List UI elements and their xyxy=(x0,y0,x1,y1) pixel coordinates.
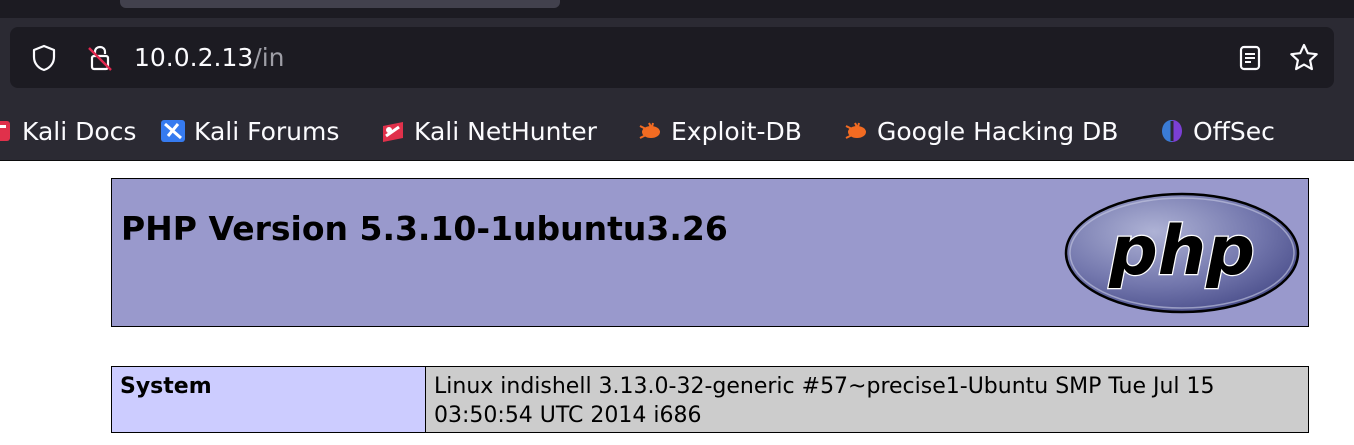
php-logo: php xyxy=(1064,192,1300,314)
kali-docs-icon xyxy=(0,118,14,144)
table-row: System Linux indishell 3.13.0-32-generic… xyxy=(111,366,1309,433)
bookmark-label: Kali Docs xyxy=(22,116,137,146)
bookmark-label: Exploit-DB xyxy=(671,116,802,146)
bookmarks-toolbar: Kali Docs Kali Forums Kali NetHunter Exp… xyxy=(0,102,1354,161)
url-host: 10.0.2.13 xyxy=(134,43,254,72)
bookmark-label: OffSec xyxy=(1193,116,1275,146)
kali-nethunter-icon xyxy=(380,118,406,144)
navigation-toolbar: 10.0.2.13/in xyxy=(0,18,1354,102)
offsec-icon xyxy=(1159,118,1185,144)
bookmark-star-icon[interactable] xyxy=(1286,27,1322,88)
row-label: System xyxy=(111,366,426,433)
url-path: /in xyxy=(253,43,285,72)
bookmark-google-hacking-db[interactable]: Google Hacking DB xyxy=(843,102,1118,160)
bookmark-exploit-db[interactable]: Exploit-DB xyxy=(637,102,802,160)
browser-tab[interactable] xyxy=(120,0,560,8)
tab-strip xyxy=(0,0,1354,18)
address-bar[interactable]: 10.0.2.13/in xyxy=(10,27,1334,88)
php-logo-text: php xyxy=(1108,212,1255,291)
reader-view-icon[interactable] xyxy=(1232,27,1268,88)
shield-icon[interactable] xyxy=(26,27,62,88)
exploit-db-icon xyxy=(637,118,663,144)
bookmark-label: Kali Forums xyxy=(194,116,340,146)
bookmark-kali-nethunter[interactable]: Kali NetHunter xyxy=(380,102,597,160)
insecure-lock-icon[interactable] xyxy=(82,27,118,88)
exploit-db-icon xyxy=(843,118,869,144)
kali-forums-icon xyxy=(160,118,186,144)
bookmark-label: Google Hacking DB xyxy=(877,116,1119,146)
page-content: PHP Version 5.3.10-1ubuntu3.26 php Syste… xyxy=(0,161,1354,445)
page-title: PHP Version 5.3.10-1ubuntu3.26 xyxy=(121,209,728,248)
bookmark-kali-docs[interactable]: Kali Docs xyxy=(0,102,136,160)
row-value: Linux indishell 3.13.0-32-generic #57~pr… xyxy=(425,366,1309,433)
phpinfo-table: System Linux indishell 3.13.0-32-generic… xyxy=(111,366,1309,433)
bookmark-label: Kali NetHunter xyxy=(414,116,597,146)
bookmark-offsec[interactable]: OffSec xyxy=(1159,102,1275,160)
bookmark-kali-forums[interactable]: Kali Forums xyxy=(160,102,339,160)
phpinfo-header: PHP Version 5.3.10-1ubuntu3.26 php xyxy=(111,178,1309,327)
url-text[interactable]: 10.0.2.13/in xyxy=(134,27,285,88)
